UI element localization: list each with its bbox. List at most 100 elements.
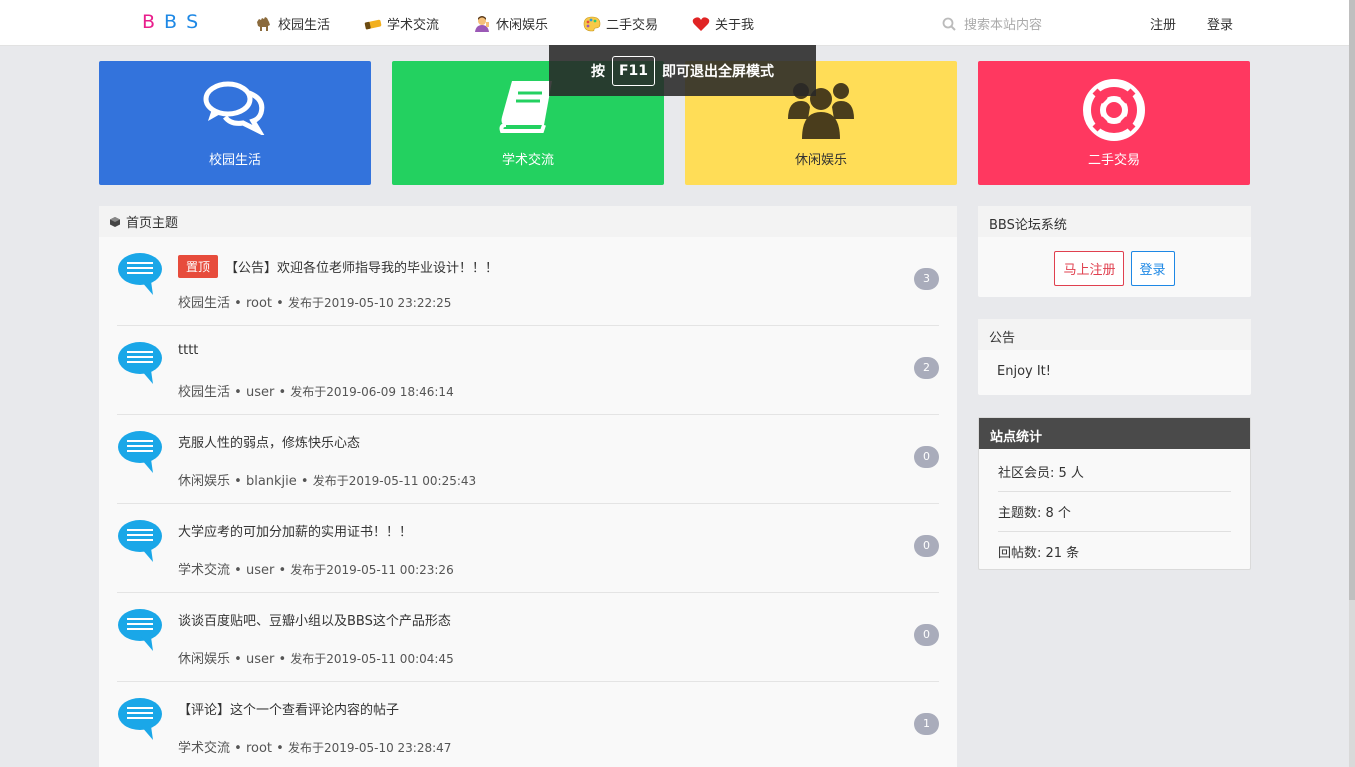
topic-row[interactable]: 谈谈百度贴吧、豆瓣小组以及BBS这个产品形态 休闲娱乐 • user • 发布于… <box>117 593 939 682</box>
stats-title: 站点统计 <box>979 418 1250 449</box>
topic-author[interactable]: user <box>246 652 274 667</box>
topic-author[interactable]: root <box>246 296 272 311</box>
nav-item-about[interactable]: 关于我 <box>692 14 754 33</box>
login-link[interactable]: 登录 <box>1207 14 1233 33</box>
topic-title[interactable]: tttt <box>178 343 198 358</box>
topic-author[interactable]: user <box>246 385 274 400</box>
camel-icon <box>255 16 273 32</box>
speech-bubble-icon <box>118 342 162 384</box>
notice-panel: 公告 Enjoy It! <box>978 319 1251 395</box>
topic-category[interactable]: 校园生活 <box>178 296 230 311</box>
search-icon <box>942 17 956 31</box>
heart-icon <box>692 16 710 32</box>
topic-category[interactable]: 学术交流 <box>178 741 230 756</box>
nav-item-label: 校园生活 <box>278 18 331 33</box>
stat-replies: 回帖数: 21 条 <box>998 546 1080 561</box>
search-input[interactable]: 搜索本站内容 <box>964 14 1042 33</box>
register-link[interactable]: 注册 <box>1150 14 1176 33</box>
topic-title[interactable]: 【公告】欢迎各位老师指导我的毕业设计！！！ <box>225 257 498 276</box>
topic-category[interactable]: 学术交流 <box>178 563 230 578</box>
topic-title[interactable]: 【评论】这个一个查看评论内容的帖子 <box>178 699 399 718</box>
topic-author[interactable]: blankjie <box>246 474 297 489</box>
stat-topics: 主题数: 8 个 <box>998 492 1231 532</box>
reply-count-badge: 1 <box>914 713 939 735</box>
palette-icon <box>583 16 601 32</box>
logo-letter: B <box>164 11 187 33</box>
tile-campus[interactable]: 校园生活 <box>99 61 371 185</box>
panel-title: 首页主题 <box>126 216 179 231</box>
topic-time: 发布于2019-06-09 18:46:14 <box>290 385 454 399</box>
logo-letter: B <box>142 11 165 33</box>
topic-title-line: 克服人性的弱点，修炼快乐心态 <box>178 432 360 451</box>
notice-title: 公告 <box>978 319 1251 350</box>
nav-item-leisure[interactable]: 休闲娱乐 <box>473 14 548 33</box>
topic-time: 发布于2019-05-11 00:23:26 <box>290 563 454 577</box>
toast-prefix: 按 <box>590 63 605 80</box>
speech-bubble-icon <box>118 698 162 740</box>
topic-time: 发布于2019-05-10 23:22:25 <box>287 296 452 310</box>
topic-time: 发布于2019-05-11 00:04:45 <box>290 652 454 666</box>
pinned-tag: 置顶 <box>178 255 219 278</box>
topic-time: 发布于2019-05-10 23:28:47 <box>287 741 452 755</box>
reply-count-badge: 3 <box>914 268 939 290</box>
nav-item-trade[interactable]: 二手交易 <box>583 14 658 33</box>
toast-key: F11 <box>611 55 656 86</box>
quick-register-button[interactable]: 马上注册 <box>1054 251 1125 286</box>
topic-meta: 校园生活 • user • 发布于2019-06-09 18:46:14 <box>178 385 454 400</box>
reply-count-badge: 2 <box>914 357 939 379</box>
site-panel-title: BBS论坛系统 <box>978 206 1251 237</box>
topic-meta: 校园生活 • root • 发布于2019-05-10 23:22:25 <box>178 296 452 311</box>
tile-label: 二手交易 <box>1087 153 1140 168</box>
topic-row[interactable]: 大学应考的可加分加薪的实用证书！！！ 学术交流 • user • 发布于2019… <box>117 504 939 593</box>
search-box[interactable]: 搜索本站内容 <box>942 14 1042 33</box>
sidebar-login-button[interactable]: 登录 <box>1130 251 1175 286</box>
stats-list: 社区会员: 5 人 主题数: 8 个 回帖数: 21 条 <box>979 449 1250 571</box>
chat-bubbles-icon <box>203 79 267 139</box>
tile-label: 学术交流 <box>501 153 554 168</box>
topic-author[interactable]: root <box>246 741 272 756</box>
nav-item-label: 休闲娱乐 <box>496 18 549 33</box>
nav-item-label: 关于我 <box>715 18 755 33</box>
speech-bubble-icon <box>118 520 162 562</box>
tile-trade[interactable]: 二手交易 <box>978 61 1250 185</box>
topic-row[interactable]: 置顶 【公告】欢迎各位老师指导我的毕业设计！！！ 校园生活 • root • 发… <box>117 237 939 326</box>
top-navbar: BBS 校园生活 学术交流 休闲娱乐 二手交易 关于我 搜索本站内容 注册 登录 <box>0 0 1355 46</box>
stat-members: 社区会员: 5 人 <box>998 452 1231 492</box>
nav-item-label: 学术交流 <box>387 18 440 33</box>
topic-meta: 学术交流 • user • 发布于2019-05-11 00:23:26 <box>178 563 454 578</box>
reply-count-badge: 0 <box>914 624 939 646</box>
topic-meta: 休闲娱乐 • blankjie • 发布于2019-05-11 00:25:43 <box>178 474 477 489</box>
site-panel: BBS论坛系统 马上注册 登录 <box>978 206 1251 297</box>
topic-row[interactable]: 【评论】这个一个查看评论内容的帖子 学术交流 • root • 发布于2019-… <box>117 682 939 767</box>
life-ring-icon <box>1083 79 1145 145</box>
topic-category[interactable]: 休闲娱乐 <box>178 474 230 489</box>
cube-icon <box>110 216 120 227</box>
topic-category[interactable]: 校园生活 <box>178 385 230 400</box>
home-topics-panel: 首页主题 置顶 【公告】欢迎各位老师指导我的毕业设计！！！ 校园生活 • roo… <box>99 206 957 767</box>
speech-bubble-icon <box>118 253 162 295</box>
topic-author[interactable]: user <box>246 563 274 578</box>
topic-meta: 学术交流 • root • 发布于2019-05-10 23:28:47 <box>178 741 452 756</box>
topic-title[interactable]: 克服人性的弱点，修炼快乐心态 <box>178 432 360 451</box>
topic-title[interactable]: 谈谈百度贴吧、豆瓣小组以及BBS这个产品形态 <box>178 610 451 629</box>
topic-meta: 休闲娱乐 • user • 发布于2019-05-11 00:04:45 <box>178 652 454 667</box>
nav-item-academic[interactable]: 学术交流 <box>364 14 439 33</box>
notice-text: Enjoy It! <box>997 364 1051 379</box>
chalk-icon <box>364 16 382 32</box>
reply-count-badge: 0 <box>914 446 939 468</box>
fullscreen-toast: 按 F11 即可退出全屏模式 <box>549 45 816 96</box>
nav-item-label: 二手交易 <box>606 18 659 33</box>
topic-row[interactable]: tttt 校园生活 • user • 发布于2019-06-09 18:46:1… <box>117 326 939 415</box>
topic-category[interactable]: 休闲娱乐 <box>178 652 230 667</box>
topic-title[interactable]: 大学应考的可加分加薪的实用证书！！！ <box>178 521 412 540</box>
topic-row[interactable]: 克服人性的弱点，修炼快乐心态 休闲娱乐 • blankjie • 发布于2019… <box>117 415 939 504</box>
page-scrollbar[interactable] <box>1349 0 1355 767</box>
reply-count-badge: 0 <box>914 535 939 557</box>
panel-header: 首页主题 <box>99 206 957 237</box>
scrollbar-thumb[interactable] <box>1349 0 1355 600</box>
site-logo[interactable]: BBS <box>142 11 207 33</box>
stats-panel: 站点统计 社区会员: 5 人 主题数: 8 个 回帖数: 21 条 <box>978 417 1251 570</box>
topic-title-line: 谈谈百度贴吧、豆瓣小组以及BBS这个产品形态 <box>178 610 451 629</box>
nav-item-campus[interactable]: 校园生活 <box>255 14 330 33</box>
topic-title-line: 置顶 【公告】欢迎各位老师指导我的毕业设计！！！ <box>178 255 498 278</box>
